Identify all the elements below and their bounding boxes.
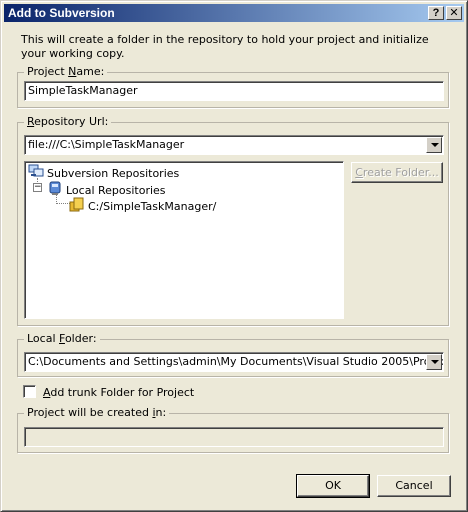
created-in-label: Project will be created in:: [24, 406, 170, 419]
local-repository-icon: [47, 180, 63, 201]
repository-tree[interactable]: Subversion Repositories − Local Reposito…: [24, 161, 344, 319]
project-name-input[interactable]: SimpleTaskManager: [24, 81, 444, 101]
project-name-group: Project Name: SimpleTaskManager: [17, 65, 449, 108]
close-button[interactable]: ✕: [446, 6, 462, 20]
title-bar[interactable]: Add to Subversion ? ✕: [4, 4, 464, 22]
window-title: Add to Subversion: [8, 6, 115, 20]
tree-node-subversion-repositories[interactable]: Subversion Repositories: [28, 164, 179, 180]
tree-collapse-toggle[interactable]: −: [33, 183, 42, 192]
project-name-label: Project Name:: [24, 65, 108, 78]
local-folder-value: C:\Documents and Settings\admin\My Docum…: [28, 355, 443, 368]
local-folder-label: Local Folder:: [24, 332, 100, 345]
repository-url-value: file:///C:\SimpleTaskManager: [28, 138, 185, 151]
cancel-button[interactable]: Cancel: [377, 475, 451, 497]
add-trunk-folder-checkbox[interactable]: [23, 385, 36, 398]
created-in-field: [24, 427, 444, 447]
description-text: This will create a folder in the reposit…: [21, 33, 429, 60]
ok-button[interactable]: OK: [296, 474, 370, 498]
repository-url-dropdown-arrow[interactable]: [426, 137, 442, 153]
local-folder-dropdown-arrow[interactable]: [426, 354, 442, 370]
repository-url-group: Repository Url: file:///C:\SimpleTaskMan…: [17, 115, 449, 326]
help-button[interactable]: ?: [428, 6, 444, 20]
repository-folder-icon: [69, 196, 85, 217]
repository-url-label: Repository Url:: [24, 115, 112, 128]
local-folder-combobox[interactable]: C:\Documents and Settings\admin\My Docum…: [24, 352, 444, 372]
local-folder-group: Local Folder: C:\Documents and Settings\…: [17, 332, 449, 377]
network-repositories-icon: [28, 164, 44, 183]
add-to-subversion-dialog: Add to Subversion ? ✕ This will create a…: [0, 0, 468, 512]
tree-node-simpletaskmanager-repo[interactable]: C:/SimpleTaskManager/: [69, 196, 216, 213]
tree-node-local-repositories[interactable]: Local Repositories: [47, 180, 166, 197]
create-folder-button[interactable]: Create Folder...: [351, 162, 443, 183]
help-icon: ?: [432, 7, 440, 19]
repository-url-combobox[interactable]: file:///C:\SimpleTaskManager: [24, 135, 444, 155]
close-icon: ✕: [449, 6, 459, 19]
created-in-group: Project will be created in:: [17, 406, 449, 453]
add-trunk-folder-label[interactable]: Add trunk Folder for Project: [43, 386, 194, 399]
